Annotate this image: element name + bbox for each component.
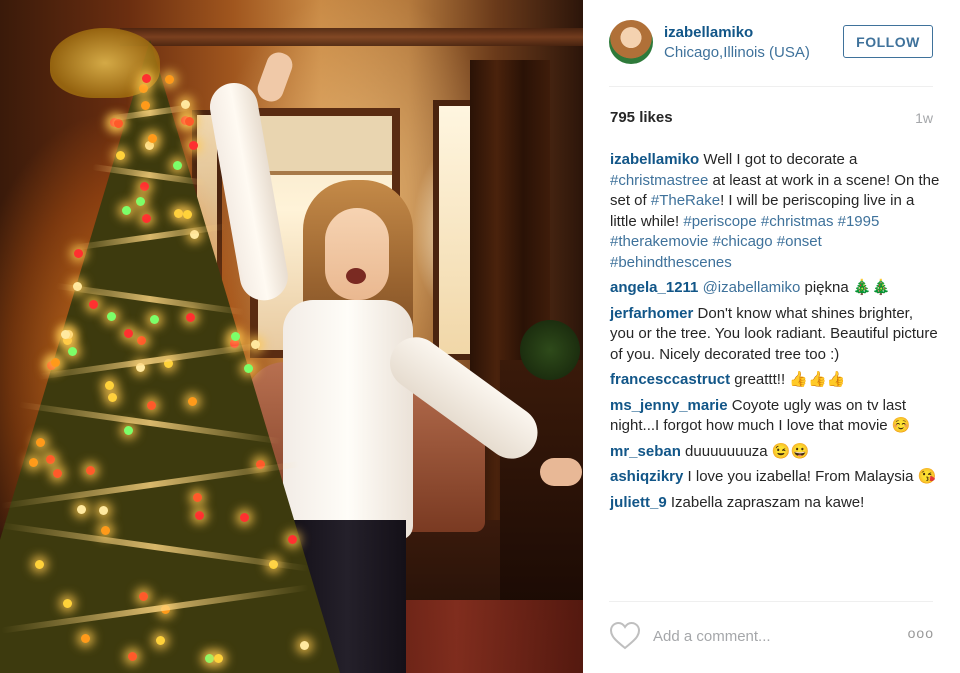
- comment-username[interactable]: jerfarhomer: [610, 305, 693, 322]
- tree-light: [164, 74, 174, 84]
- tree-light: [34, 560, 44, 570]
- comment-text: greattt!! 👍👍👍: [730, 371, 846, 388]
- tree-light: [140, 100, 150, 110]
- tree-light: [107, 392, 117, 402]
- tree-light: [243, 364, 253, 374]
- tree-light: [142, 213, 152, 223]
- tree-light: [230, 331, 240, 341]
- tree-light: [60, 329, 70, 339]
- comment-username[interactable]: juliett_9: [610, 494, 667, 511]
- tree-light: [128, 651, 138, 661]
- avatar[interactable]: [609, 20, 653, 64]
- comment-item: mr_seban duuuuuuuza 😉😀: [610, 442, 940, 463]
- tree-light: [140, 181, 150, 191]
- add-comment-input[interactable]: [653, 624, 843, 648]
- heart-outline-icon[interactable]: [609, 621, 641, 651]
- hashtag-link[interactable]: #1995: [838, 213, 880, 230]
- tree-light: [149, 315, 159, 325]
- tree-light: [123, 425, 133, 435]
- hashtag-link[interactable]: #therakemovie: [610, 233, 708, 250]
- tree-light: [139, 591, 149, 601]
- comment-item: ashiqzikry I love you izabella! From Mal…: [610, 467, 940, 488]
- hashtag-link[interactable]: #christmastree: [610, 172, 708, 189]
- tree-light: [192, 493, 202, 502]
- tree-light: [67, 346, 77, 356]
- hashtag-link[interactable]: #chicago: [713, 233, 773, 250]
- tree-light: [155, 636, 165, 646]
- tree-light: [204, 654, 214, 664]
- more-options-icon[interactable]: ooo: [908, 626, 934, 640]
- comment-username[interactable]: angela_1211: [610, 279, 698, 296]
- comment-text: piękna 🎄🎄: [800, 279, 891, 296]
- post-username-link[interactable]: izabellamiko: [664, 24, 753, 41]
- mention-link[interactable]: @izabellamiko: [703, 279, 801, 296]
- comment-item: juliett_9 Izabella zapraszam na kawe!: [610, 493, 940, 514]
- post-footer: ooo: [583, 602, 960, 673]
- comment-list: izabellamiko Well I got to decorate a #c…: [610, 150, 940, 518]
- hashtag-link[interactable]: #periscope: [683, 213, 756, 230]
- tree-light: [81, 633, 91, 643]
- caption: izabellamiko Well I got to decorate a #c…: [610, 150, 940, 273]
- hashtag-link[interactable]: #onset: [777, 233, 822, 250]
- comment-username[interactable]: ms_jenny_marie: [610, 397, 728, 414]
- tree-light: [136, 196, 146, 206]
- likes-count[interactable]: 795 likes: [610, 109, 673, 126]
- tree-light: [76, 504, 86, 514]
- tree-light: [137, 335, 147, 345]
- comment-text: duuuuuuuza 😉😀: [680, 442, 810, 460]
- comment-item: ms_jenny_marie Coyote ugly was on tv las…: [610, 396, 940, 437]
- hashtag-link[interactable]: #christmas: [761, 213, 834, 230]
- comment-username[interactable]: mr_seban: [610, 443, 681, 460]
- tree-light: [185, 116, 195, 126]
- comment-text: Izabella zapraszam na kawe!: [666, 493, 865, 511]
- comment-item: francesccastruct greattt!! 👍👍👍: [610, 370, 940, 391]
- tree-light: [89, 299, 99, 309]
- divider: [609, 86, 933, 87]
- comment-username[interactable]: francesccastruct: [610, 371, 730, 388]
- post-time[interactable]: 1w: [915, 110, 933, 126]
- tree-light: [173, 208, 183, 218]
- tree-light: [98, 505, 108, 515]
- comment-username[interactable]: izabellamiko: [610, 151, 699, 168]
- post-header: izabellamiko Chicago,Illinois (USA) FOLL…: [583, 0, 960, 86]
- post-photo[interactable]: [0, 0, 583, 673]
- hashtag-link[interactable]: #behindthescenes: [610, 254, 732, 271]
- tree-light: [62, 598, 72, 608]
- comment-item: jerfarhomer Don't know what shines brigh…: [610, 304, 940, 366]
- tree-light: [287, 534, 297, 544]
- post-side-panel: izabellamiko Chicago,Illinois (USA) FOLL…: [583, 0, 960, 673]
- tree-light: [172, 161, 182, 171]
- tree-light: [115, 150, 125, 160]
- hashtag-link[interactable]: #TheRake: [651, 192, 720, 209]
- tree-light: [28, 457, 38, 467]
- tree-light: [146, 400, 156, 410]
- tree-light: [194, 510, 204, 520]
- follow-button[interactable]: FOLLOW: [843, 25, 933, 58]
- comment-text: I love you izabella! From Malaysia 😘: [683, 468, 937, 485]
- tree-light: [188, 140, 198, 150]
- comment-item: angela_1211 @izabellamiko piękna 🎄🎄: [610, 278, 940, 299]
- caption-text: Well I got to decorate a: [699, 151, 858, 168]
- post-location-link[interactable]: Chicago,Illinois (USA): [664, 44, 810, 61]
- comment-username[interactable]: ashiqzikry: [610, 468, 683, 485]
